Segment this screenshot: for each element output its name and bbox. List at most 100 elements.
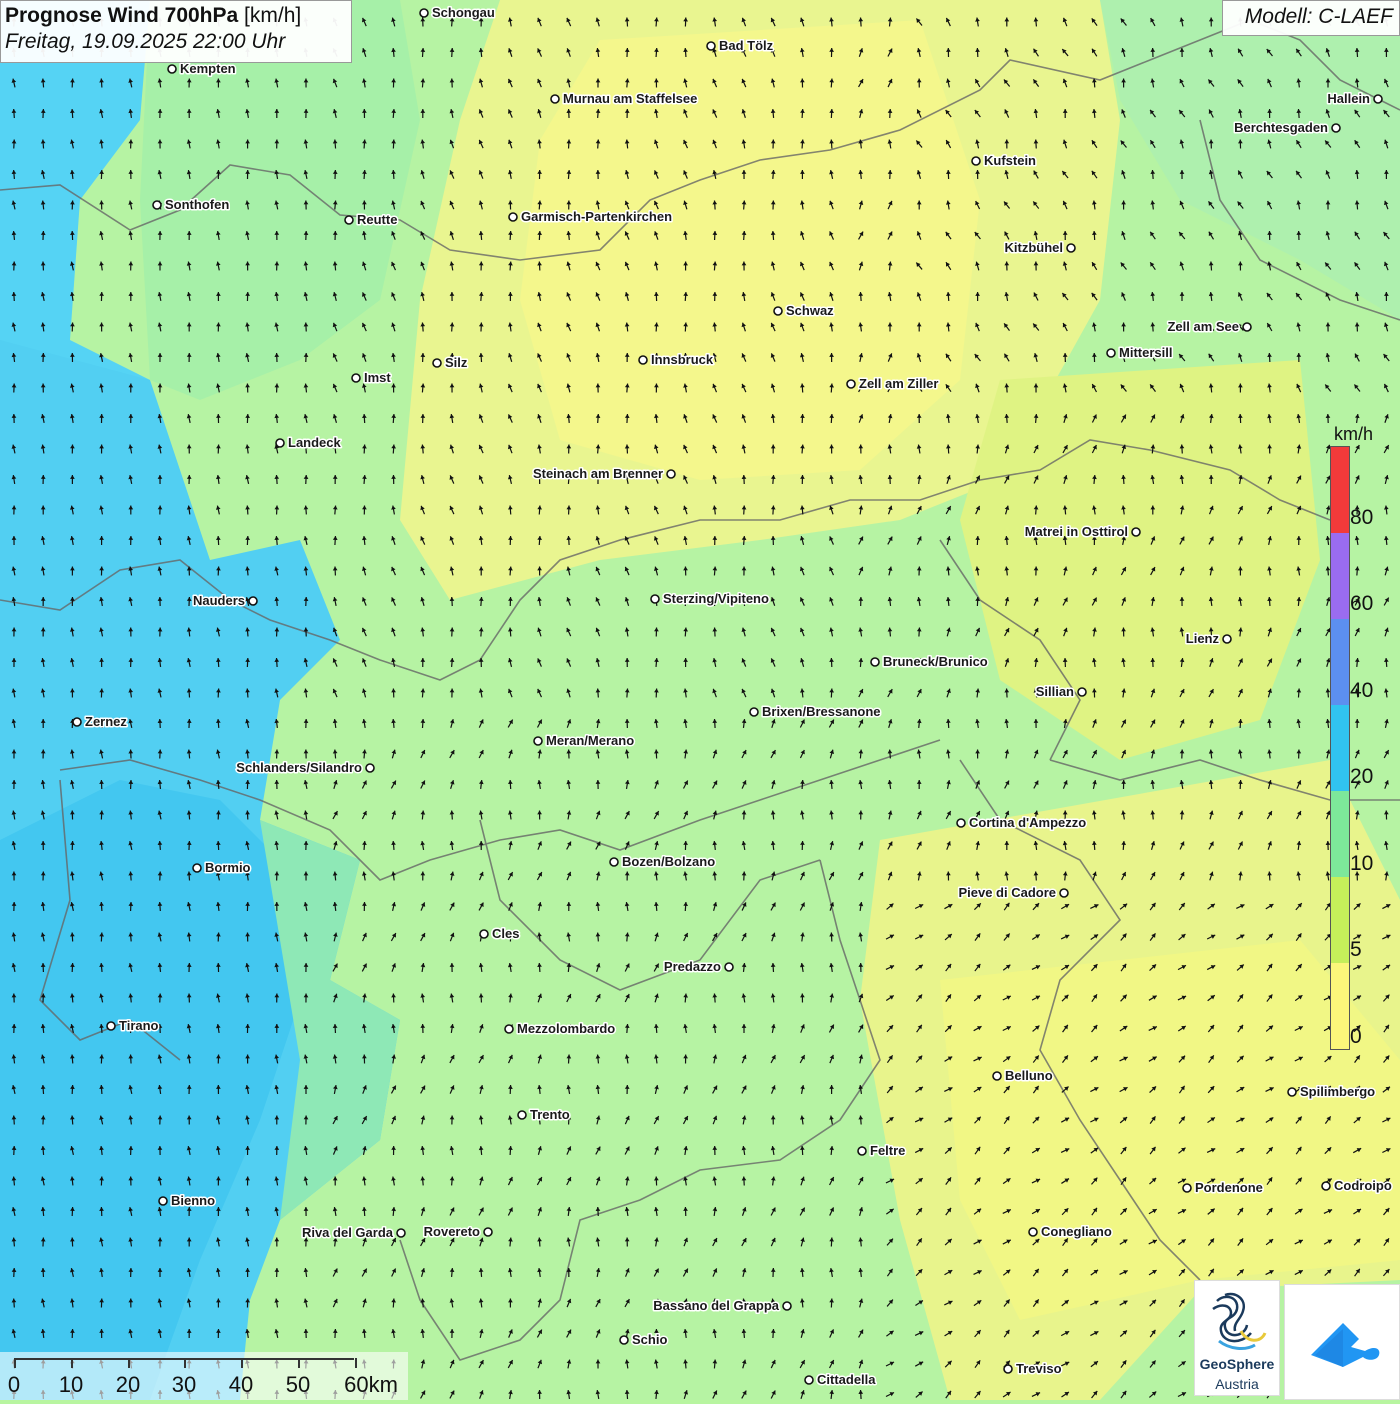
city-marker: Mezzolombardo (505, 1021, 615, 1036)
city-label: Bassano del Grappa (653, 1298, 779, 1313)
city-dot (1004, 1365, 1012, 1373)
scale-tick (128, 1358, 130, 1368)
city-dot (345, 216, 353, 224)
scale-label: 0 (8, 1372, 20, 1398)
city-label: Hallein (1327, 91, 1370, 106)
scale-tick (355, 1358, 357, 1368)
city-label: Rovereto (424, 1224, 480, 1239)
city-label: Imst (364, 370, 391, 385)
city-dot (107, 1022, 115, 1030)
legend-color-segment (1331, 705, 1349, 791)
legend-label: 80 (1350, 506, 1373, 530)
city-label: Kitzbühel (1005, 240, 1064, 255)
city-label: Codroipo (1334, 1178, 1392, 1193)
city-marker: Pordenone (1183, 1180, 1263, 1195)
city-dot (1322, 1182, 1330, 1190)
city-label: Feltre (870, 1143, 905, 1158)
city-dot (193, 864, 201, 872)
legend-color-segment (1331, 791, 1349, 877)
city-dot (276, 439, 284, 447)
city-label: Berchtesgaden (1234, 120, 1328, 135)
city-dot (1060, 889, 1068, 897)
city-dot (159, 1197, 167, 1205)
scale-label: 10 (59, 1372, 83, 1398)
city-dot (957, 819, 965, 827)
scale-tick (184, 1358, 186, 1368)
model-label: Modell: C-LAEF (1222, 0, 1400, 36)
city-label: Schlanders/Silandro (236, 760, 362, 775)
legend-label: 40 (1350, 679, 1373, 703)
app-logo[interactable] (1284, 1284, 1400, 1400)
legend-label: 60 (1350, 592, 1373, 616)
city-dot (420, 9, 428, 17)
scale-tick (298, 1358, 300, 1368)
forecast-datetime: Freitag, 19.09.2025 22:00 Uhr (5, 30, 347, 54)
geosphere-subtitle: Austria (1195, 1376, 1279, 1392)
city-dot (972, 157, 980, 165)
title-box: Prognose Wind 700hPa [km/h] Freitag, 19.… (0, 0, 352, 63)
wind-map: SchongauBad TölzKemptenMurnau am Staffel… (0, 0, 1400, 1400)
city-dot (509, 213, 517, 221)
city-marker: Pieve di Cadore (958, 885, 1068, 900)
legend-color-segment (1331, 877, 1349, 963)
city-marker: Meran/Merano (534, 733, 634, 748)
geosphere-icon (1195, 1287, 1279, 1359)
city-dot (534, 737, 542, 745)
city-marker: Cortina d'Ampezzo (957, 815, 1086, 830)
scale-bar: 0102030405060km (0, 1352, 408, 1400)
city-dot (805, 1376, 813, 1384)
city-label: Mezzolombardo (517, 1021, 615, 1036)
city-marker: Brixen/Bressanone (750, 704, 881, 719)
city-marker: Spilimbergo (1288, 1084, 1375, 1099)
legend-color-segment (1331, 447, 1349, 533)
city-label: Nauders (193, 593, 245, 608)
city-dot (1183, 1184, 1191, 1192)
city-label: Kufstein (984, 153, 1036, 168)
city-dot (484, 1228, 492, 1236)
scale-tick (14, 1358, 16, 1368)
city-marker: Berchtesgaden (1234, 120, 1340, 135)
legend-label: 10 (1350, 852, 1373, 876)
city-dot (1078, 688, 1086, 696)
city-dot (774, 307, 782, 315)
city-marker: Innsbruck (639, 352, 714, 367)
city-label: Garmisch-Partenkirchen (521, 209, 672, 224)
city-dot (651, 595, 659, 603)
city-dot (551, 95, 559, 103)
city-label: Steinach am Brenner (533, 466, 663, 481)
city-dot (73, 718, 81, 726)
geosphere-logo[interactable]: GeoSphere Austria (1194, 1280, 1280, 1396)
geosphere-name: GeoSphere (1195, 1356, 1279, 1372)
city-label: Bozen/Bolzano (622, 854, 715, 869)
city-dot (1107, 349, 1115, 357)
city-marker: Zell am See (1167, 319, 1251, 334)
legend-color-segment (1331, 533, 1349, 619)
city-marker: Murnau am Staffelsee (551, 91, 697, 106)
city-label: Kempten (180, 61, 236, 76)
legend-unit: km/h (1334, 424, 1373, 445)
legend-label: 5 (1350, 938, 1362, 962)
city-marker: Sterzing/Vipiteno (651, 591, 769, 606)
map-title: Prognose Wind 700hPa [km/h] (5, 4, 347, 28)
city-label: Matrei in Osttirol (1025, 524, 1128, 539)
city-marker: Schongau (420, 5, 495, 20)
scale-label: 20 (116, 1372, 140, 1398)
city-dot (480, 930, 488, 938)
city-dot (1029, 1228, 1037, 1236)
city-label: Tirano (119, 1018, 159, 1033)
city-label: Treviso (1016, 1361, 1062, 1376)
city-label: Conegliano (1041, 1224, 1112, 1239)
city-dot (1288, 1088, 1296, 1096)
city-dot (1223, 635, 1231, 643)
city-label: Sonthofen (165, 197, 229, 212)
city-label: Spilimbergo (1300, 1084, 1375, 1099)
city-label: Riva del Garda (302, 1225, 394, 1240)
city-label: Bormio (205, 860, 251, 875)
city-label: Predazzo (664, 959, 721, 974)
scale-label: 30 (172, 1372, 196, 1398)
city-marker: Steinach am Brenner (533, 466, 675, 481)
city-label: Sillian (1036, 684, 1074, 699)
city-dot (1374, 95, 1382, 103)
city-dot (750, 708, 758, 716)
city-label: Schongau (432, 5, 495, 20)
